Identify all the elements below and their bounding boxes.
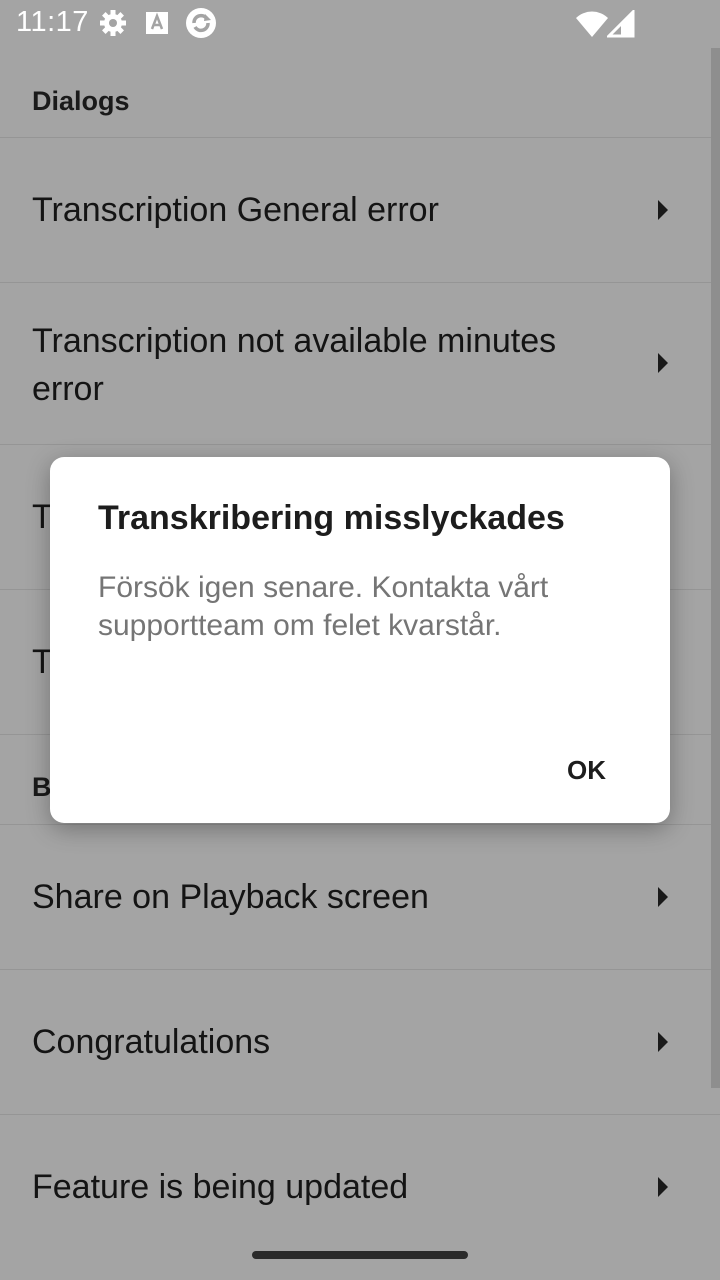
chevron-right-icon xyxy=(658,887,668,907)
status-time: 11:17 xyxy=(16,6,89,38)
list-item-congratulations[interactable]: Congratulations xyxy=(0,970,720,1114)
sync-icon xyxy=(184,6,218,45)
list-item-transcription-general-error[interactable]: Transcription General error xyxy=(0,138,720,282)
accessibility-icon xyxy=(144,10,170,41)
list-item-feature-being-updated[interactable]: Feature is being updated xyxy=(0,1115,720,1259)
error-dialog: Transkribering misslyckades Försök igen … xyxy=(50,457,670,823)
settings-icon xyxy=(98,8,128,43)
section-header: B xyxy=(32,772,52,802)
signal-icon xyxy=(605,8,635,43)
list-item-label: Feature is being updated xyxy=(32,1168,409,1206)
status-bar: 11:17 xyxy=(0,0,720,48)
list-item-label: Transcription not available minutes erro… xyxy=(32,322,557,408)
list-item-share-on-playback[interactable]: Share on Playback screen xyxy=(0,825,720,969)
dialog-title: Transkribering misslyckades xyxy=(98,499,565,537)
chevron-right-icon xyxy=(658,200,668,220)
wifi-icon xyxy=(575,10,609,43)
section-header-dialogs: Dialogs xyxy=(32,86,130,116)
gesture-nav-handle[interactable] xyxy=(252,1251,468,1259)
ok-button[interactable]: OK xyxy=(543,747,630,794)
chevron-right-icon xyxy=(658,1032,668,1052)
list-item-transcription-not-available[interactable]: Transcription not available minutes erro… xyxy=(0,283,720,444)
list-item-label: Congratulations xyxy=(32,1023,271,1061)
scrollbar[interactable] xyxy=(711,48,720,1088)
list-item-label: Share on Playback screen xyxy=(32,878,429,916)
dialog-message: Försök igen senare. Kontakta vårt suppor… xyxy=(98,571,549,642)
chevron-right-icon xyxy=(658,353,668,373)
chevron-right-icon xyxy=(658,1177,668,1197)
list-item-label: Transcription General error xyxy=(32,191,439,229)
